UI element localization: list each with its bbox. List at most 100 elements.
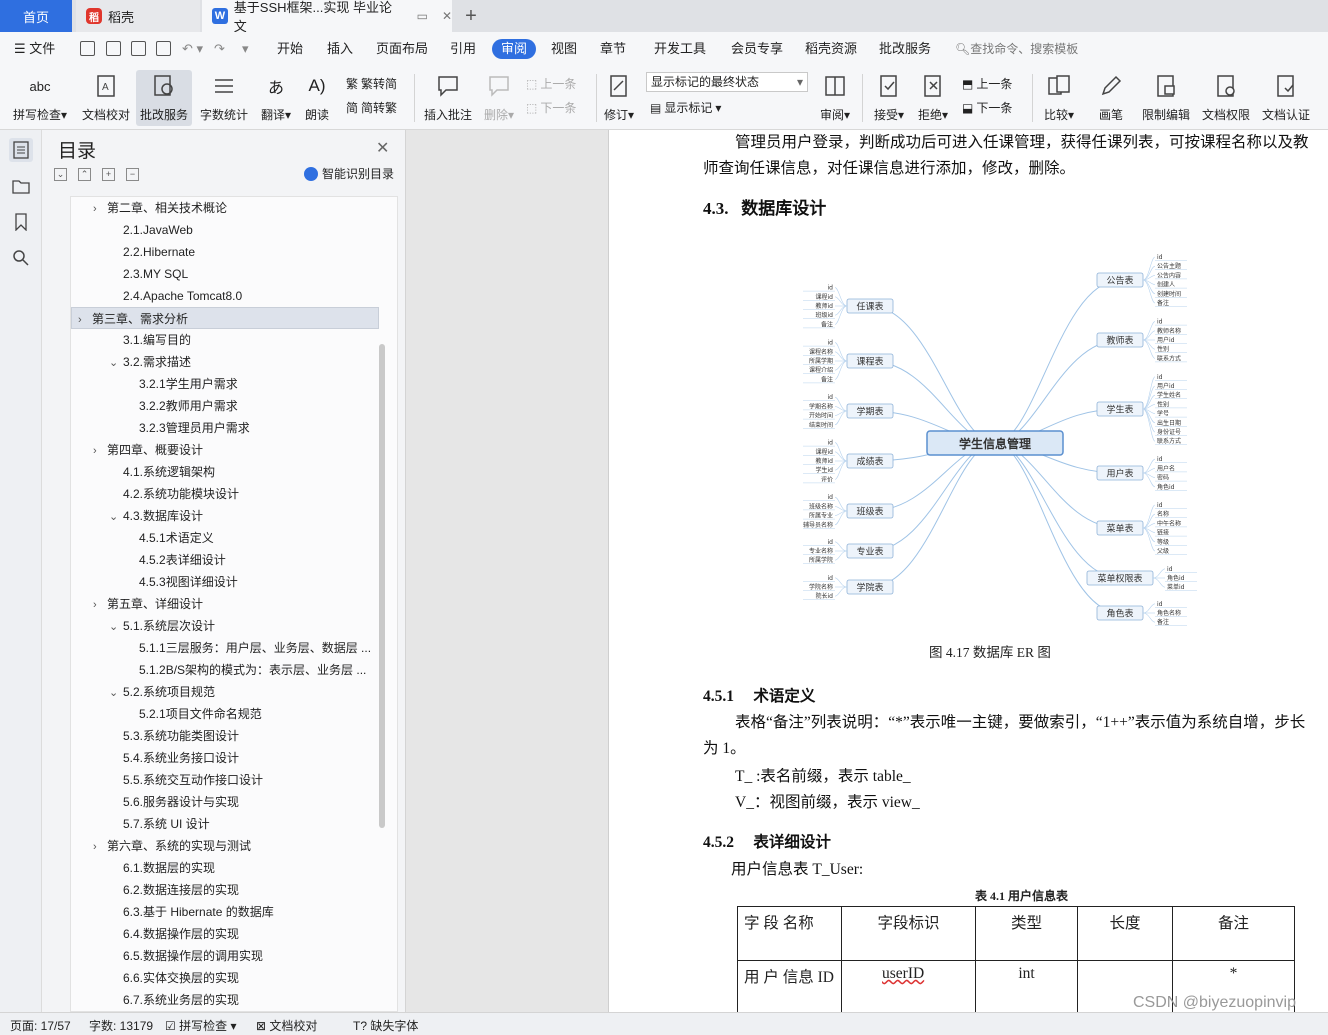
toc-item[interactable]: ⌄ 4.3.数据库设计 <box>71 505 371 527</box>
menu-correction[interactable]: 批改服务 <box>879 39 931 59</box>
menu-view[interactable]: 视图 <box>551 39 577 59</box>
document-page[interactable]: 管理员用户登录，判断成功后可进入任课管理，获得任课列表，可按课程名称以及教 师查… <box>608 130 1328 1012</box>
restrict-edit-button[interactable]: 限制编辑 <box>1140 70 1192 126</box>
toc-item[interactable]: › 第三章、需求分析 <box>71 307 379 329</box>
toc-item[interactable]: › 第六章、系统的实现与测试 <box>71 835 371 857</box>
insert-comment-button[interactable]: 插入批注 <box>422 70 474 126</box>
read-aloud-button[interactable]: A) 朗读 <box>300 70 334 126</box>
menu-insert[interactable]: 插入 <box>327 39 353 59</box>
status-doc-check[interactable]: ⊠ 文档校对 <box>256 1017 317 1034</box>
toc-item[interactable]: 3.1.编写目的 <box>71 329 371 351</box>
show-markup-button[interactable]: ▤ 显示标记 ▾ <box>650 98 721 118</box>
toc-item[interactable]: 6.5.数据操作层的调用实现 <box>71 945 371 967</box>
toc-item[interactable]: › 第二章、相关技术概论 <box>71 197 371 219</box>
toc-item[interactable]: 5.1.2B/S架构的模式为：表示层、业务层 ... <box>71 659 371 681</box>
chevron-right-icon[interactable]: › <box>93 198 107 219</box>
toc-item[interactable]: 4.1.系统逻辑架构 <box>71 461 371 483</box>
menu-review[interactable]: 审阅 <box>492 39 537 59</box>
accept-button[interactable]: 接受▾ <box>870 70 908 126</box>
compare-button[interactable]: 比较▾ <box>1040 70 1078 126</box>
page-indicator[interactable]: 页面: 17/57 <box>10 1017 71 1034</box>
toc-item[interactable]: 4.2.系统功能模块设计 <box>71 483 371 505</box>
save-icon[interactable] <box>80 41 95 56</box>
print-icon[interactable] <box>131 41 146 56</box>
review-pane-button[interactable]: 审阅▾ <box>816 70 854 126</box>
redo-icon[interactable]: ↷ <box>214 39 225 59</box>
track-changes-button[interactable]: 修订▾ <box>600 70 638 126</box>
next-change-button[interactable]: ⬓ 下一条 <box>962 98 1012 118</box>
toc-item[interactable]: 2.4.Apache Tomcat8.0 <box>71 285 371 307</box>
undo-icon[interactable]: ↶ ▾ <box>182 39 203 59</box>
close-icon[interactable]: ✕ <box>376 138 389 158</box>
chevron-right-icon[interactable]: › <box>93 836 107 857</box>
trad-to-simp-button[interactable]: 繁繁转简 <box>346 74 397 94</box>
file-menu[interactable]: ☰ 文件 <box>14 39 55 59</box>
tab-home[interactable]: 首页 <box>0 0 72 32</box>
export-pdf-icon[interactable] <box>106 41 121 56</box>
menu-daoke-resources[interactable]: 稻壳资源 <box>805 39 857 59</box>
chevron-right-icon[interactable]: › <box>93 594 107 615</box>
toc-item[interactable]: 5.6.服务器设计与实现 <box>71 791 371 813</box>
tab-document[interactable]: W 基于SSH框架...实现 毕业论文 ▭ ✕ <box>202 0 452 34</box>
spell-check-button[interactable]: abc 拼写检查▾ <box>10 70 70 126</box>
missing-font[interactable]: T? 缺失字体 <box>353 1017 418 1034</box>
smart-toc-button[interactable]: 智能识别目录 <box>304 165 394 182</box>
doc-permission-button[interactable]: 文档权限 <box>1200 70 1252 126</box>
toc-item[interactable]: 6.6.实体交换层的实现 <box>71 967 371 989</box>
command-search[interactable]: 🔍︎查找命令、搜索模板 <box>955 39 1078 59</box>
toc-item[interactable]: 4.5.3视图详细设计 <box>71 571 371 593</box>
toc-item[interactable]: 5.3.系统功能类图设计 <box>71 725 371 747</box>
toc-item[interactable]: ⌄ 5.1.系统层次设计 <box>71 615 371 637</box>
toc-item[interactable]: › 第四章、概要设计 <box>71 439 371 461</box>
toc-item[interactable]: › 第五章、详细设计 <box>71 593 371 615</box>
search-nav-icon[interactable] <box>9 246 33 270</box>
toc-item[interactable]: 5.1.1三层服务：用户层、业务层、数据层 ... <box>71 637 371 659</box>
toc-item[interactable]: 5.2.1项目文件命名规范 <box>71 703 371 725</box>
word-count[interactable]: 字数: 13179 <box>89 1017 153 1034</box>
menu-devtools[interactable]: 开发工具 <box>654 39 706 59</box>
new-tab-button[interactable]: + <box>458 0 484 32</box>
toc-item[interactable]: 5.5.系统交互动作接口设计 <box>71 769 371 791</box>
toc-item[interactable]: 4.5.2表详细设计 <box>71 549 371 571</box>
correction-service-button[interactable]: 批改服务 <box>136 70 192 126</box>
toc-item[interactable]: 3.2.2教师用户需求 <box>71 395 371 417</box>
toc-item[interactable]: 6.3.基于 Hibernate 的数据库 <box>71 901 371 923</box>
expand-level-icon[interactable]: ⌃ <box>78 168 91 181</box>
toc-scrollbar[interactable] <box>379 344 385 828</box>
toc-item[interactable]: 6.1.数据层的实现 <box>71 857 371 879</box>
prev-change-button[interactable]: ⬒ 上一条 <box>962 74 1012 94</box>
menu-layout[interactable]: 页面布局 <box>376 39 428 59</box>
toc-item[interactable]: 6.2.数据连接层的实现 <box>71 879 371 901</box>
toc-item[interactable]: 4.5.1术语定义 <box>71 527 371 549</box>
bookmark-icon[interactable] <box>9 210 33 234</box>
toc-item[interactable]: 5.7.系统 UI 设计 <box>71 813 371 835</box>
tab-daoke[interactable]: 稻 稻壳 <box>76 0 200 32</box>
chevron-down-icon[interactable]: ⌄ <box>109 682 123 703</box>
status-spell-check[interactable]: ☑ 拼写检查 ▾ <box>165 1017 236 1034</box>
next-comment-button[interactable]: ⬚ 下一条 <box>526 98 576 118</box>
toc-item[interactable]: 6.4.数据操作层的实现 <box>71 923 371 945</box>
toc-item[interactable]: 2.2.Hibernate <box>71 241 371 263</box>
close-tab-icon[interactable]: ✕ <box>442 9 452 23</box>
markup-state-select[interactable]: 显示标记的最终状态 <box>646 72 808 92</box>
translate-button[interactable]: あ 翻译▾ <box>256 70 296 126</box>
chevron-right-icon[interactable]: › <box>93 440 107 461</box>
print-preview-icon[interactable] <box>156 41 171 56</box>
delete-comment-button[interactable]: 删除▾ <box>480 70 518 126</box>
toc-item[interactable]: 6.7.系统业务层的实现 <box>71 989 371 1011</box>
remove-heading-icon[interactable]: − <box>126 168 139 181</box>
toc-item[interactable]: ⌄ 3.2.需求描述 <box>71 351 371 373</box>
more-quick-icon[interactable]: ▾ <box>242 39 249 59</box>
collapse-all-icon[interactable]: ⌄ <box>54 168 67 181</box>
doc-check-button[interactable]: A 文档校对 <box>80 70 132 126</box>
doc-cert-button[interactable]: 文档认证 <box>1259 70 1313 126</box>
simp-to-trad-button[interactable]: 简简转繁 <box>346 98 397 118</box>
chevron-right-icon[interactable]: › <box>78 309 92 328</box>
toc-item[interactable]: 3.2.1学生用户需求 <box>71 373 371 395</box>
menu-start[interactable]: 开始 <box>277 39 303 59</box>
word-count-button[interactable]: 字数统计 <box>198 70 250 126</box>
chevron-down-icon[interactable]: ⌄ <box>109 616 123 637</box>
add-heading-icon[interactable]: + <box>102 168 115 181</box>
menu-references[interactable]: 引用 <box>450 39 476 59</box>
chevron-down-icon[interactable]: ⌄ <box>109 352 123 373</box>
